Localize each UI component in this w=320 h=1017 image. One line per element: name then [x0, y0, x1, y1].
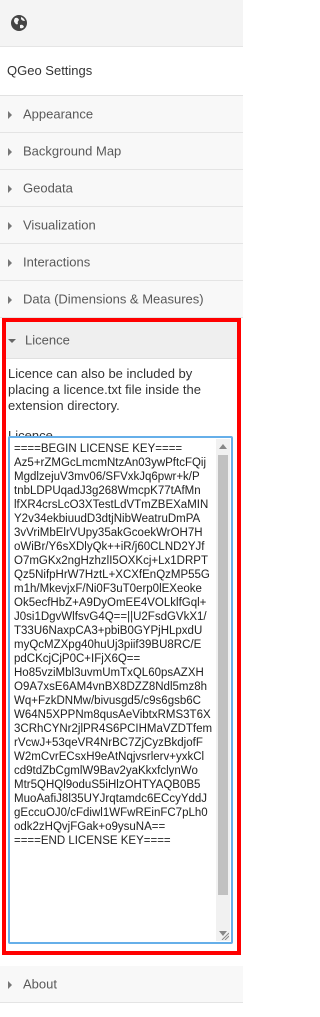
licence-line: Az5+rZMGcLmcmNtzAn03ywPftcFQij — [14, 457, 207, 469]
licence-line: pdCKcjCjP0C+IFjX6Q== — [14, 653, 141, 665]
licence-line: ====END LICENSE KEY==== — [14, 835, 171, 847]
section-label: About — [23, 976, 57, 992]
chevron-down-icon — [8, 338, 16, 343]
chevron-right-icon — [8, 110, 12, 119]
licence-description: Licence can also be included by placing … — [8, 366, 201, 413]
chevron-right-icon — [8, 295, 12, 304]
licence-line: gEccuOJ0/cFdiwl1WFwREinFC7pLh0 — [14, 807, 208, 819]
licence-line: odk2zHQvjFGak+o9ysuNA== — [14, 821, 166, 833]
chevron-right-icon — [8, 980, 12, 989]
licence-line: cd9tdZbCgmlW9Bav2yaKkxfclynWo — [14, 765, 198, 777]
licence-line: m1h/MkevjxF/Ni0F3uT0erp0lEXeoke — [14, 583, 202, 595]
chevron-right-icon — [8, 147, 12, 156]
licence-line: O9A7xsE6AM4vnBX8DZZ8Ndl5mz8h — [14, 681, 208, 693]
chevron-right-icon — [8, 184, 12, 193]
globe-icon[interactable] — [9, 13, 29, 33]
section-visualization[interactable]: Visualization — [0, 207, 243, 244]
licence-line: O7mGKx2ngHzhzlI5OXKcj+Lx1DRPT — [14, 555, 208, 567]
licence-line: Y2v34ekbiuudD3dtjNibWeatruDmPA — [14, 513, 201, 525]
textarea-scrollbar[interactable] — [216, 439, 230, 941]
section-background-map[interactable]: Background Map — [0, 133, 243, 170]
licence-line: MuoAafiJ8l35UYJrqtamdc6ECcyYddJ — [14, 793, 208, 805]
licence-line: oWiBr/Y6sXDlyQk++iR/j60CLND2YJf — [14, 541, 205, 553]
licence-line: Qz5NifpHrW7HztL+XCXfEnQzMP55G — [14, 569, 210, 581]
chevron-right-icon — [8, 221, 12, 230]
section-label: Visualization — [23, 217, 96, 233]
section-about[interactable]: About — [0, 966, 243, 1003]
licence-line: 3vVriMbElrVUpy35akGcoekWrOH7H — [14, 527, 203, 539]
licence-line: rVcwJ+53qeVR4NrBC7ZjCyzBkdjofF — [14, 737, 203, 749]
licence-textarea[interactable]: ====BEGIN LICENSE KEY==== Az5+rZMGcLmcmNt… — [8, 436, 233, 944]
section-label: Data (Dimensions & Measures) — [23, 291, 204, 307]
licence-line: tnbLDPUqadJ3g268WmcpK77tAfMn — [14, 485, 201, 497]
licence-line: Ok5ecfHbZ+A9DyOmEE4VOLklfGql+ — [14, 597, 207, 609]
section-appearance[interactable]: Appearance — [0, 96, 243, 133]
resize-handle-icon[interactable] — [221, 932, 229, 940]
scroll-thumb[interactable] — [218, 455, 228, 895]
panel-title: QGeo Settings — [0, 47, 243, 96]
licence-line: Wq+FzkDNMw/bivusgd5/c9s6gsb6C — [14, 695, 201, 707]
top-toolbar — [0, 0, 243, 47]
section-label: Licence — [25, 332, 70, 348]
scroll-up-icon[interactable] — [219, 444, 227, 449]
licence-line: Ho85vziMbl3uvmUmTxQL60psAZXH — [14, 667, 204, 679]
section-label: Appearance — [23, 106, 94, 122]
section-data-dimensions-measures[interactable]: Data (Dimensions & Measures) — [0, 281, 243, 318]
licence-line: T33U6NaxpCA3+pbiB0GYPjHLpxdU — [14, 625, 203, 637]
licence-panel: Licence Licence can also be included by … — [2, 318, 241, 955]
section-licence[interactable]: Licence — [6, 322, 237, 359]
licence-line: lfXR4crsLcO3XTestLdVTmZBEXaMIN — [14, 499, 209, 511]
licence-line: W64N5XPPNm8qusAeVibtxRMS3T6X — [14, 709, 211, 721]
section-interactions[interactable]: Interactions — [0, 244, 243, 281]
licence-line: Mtr5QHQl9oduS5iHlzOHTYAQB0B5 — [14, 779, 201, 791]
licence-line: MgdlzejuV3mv06/SFVxkJq6pwr+k/P — [14, 471, 200, 483]
licence-line: J0si1DgvWlfsvG4Q==||U2FsdGVkX1/ — [14, 611, 207, 623]
licence-line: ====BEGIN LICENSE KEY==== — [14, 443, 183, 455]
licence-line: myQcMZXpg40huUj3piif39BU8RC/E — [14, 639, 202, 651]
licence-text[interactable]: ====BEGIN LICENSE KEY==== Az5+rZMGcLmcmNt… — [14, 442, 212, 848]
section-label: Background Map — [23, 143, 122, 159]
licence-line: W2mCvrECsxH9eAtNqjvsrlerv+yxkCl — [14, 751, 205, 763]
section-label: Interactions — [23, 254, 91, 270]
section-geodata[interactable]: Geodata — [0, 170, 243, 207]
licence-line: 3CRhCYNr2jlPR4S6PCIHMaVZDTfem — [14, 723, 212, 735]
section-label: Geodata — [23, 180, 73, 196]
chevron-right-icon — [8, 258, 12, 267]
